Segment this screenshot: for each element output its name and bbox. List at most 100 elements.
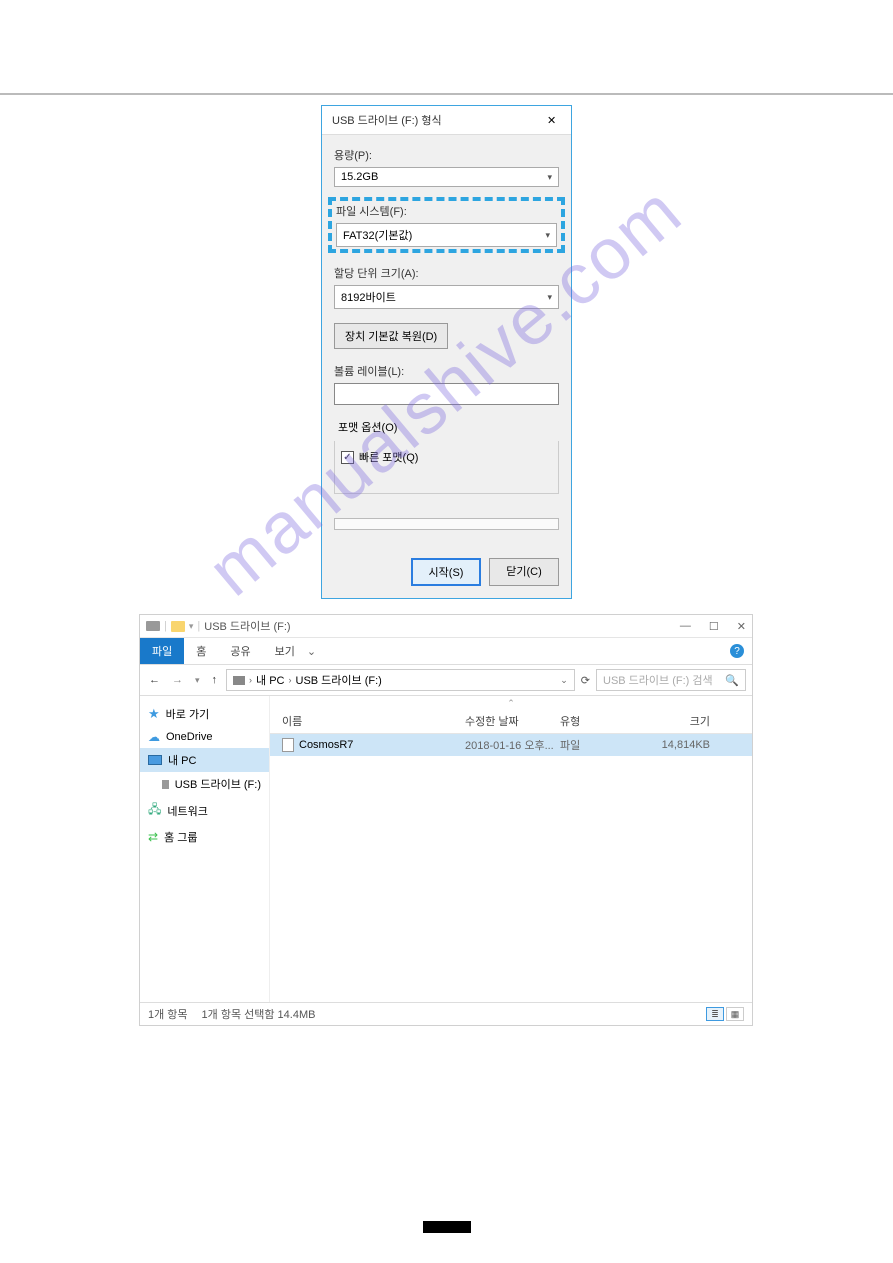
tab-share[interactable]: 공유 xyxy=(218,638,262,664)
tab-view[interactable]: 보기 xyxy=(263,638,307,664)
help-icon[interactable]: ? xyxy=(730,644,744,658)
start-button[interactable]: 시작(S) xyxy=(411,558,481,586)
back-button[interactable]: ← xyxy=(146,674,163,686)
sidebar-item-onedrive[interactable]: ☁ OneDrive xyxy=(140,726,269,748)
close-button[interactable]: 닫기(C) xyxy=(489,558,559,586)
up-button[interactable]: ↑ xyxy=(209,674,221,686)
sidebar-item-quickaccess[interactable]: ★ 바로 가기 xyxy=(140,702,269,726)
format-options-group: ✓ 빠른 포맷(Q) xyxy=(334,441,559,494)
file-list-pane: ⌃ 이름 수정한 날짜 유형 크기 CosmosR7 2018-01-16 오후… xyxy=(270,696,752,1002)
file-row[interactable]: CosmosR7 2018-01-16 오후... 파일 14,814KB xyxy=(270,734,752,756)
allocation-field: 할당 단위 크기(A): 8192바이트 ▾ xyxy=(334,265,559,309)
folder-icon xyxy=(171,621,185,632)
dialog-titlebar: USB 드라이브 (F:) 형식 ✕ xyxy=(322,106,571,135)
quick-format-checkbox[interactable]: ✓ xyxy=(341,451,354,464)
sort-indicator-icon: ⌃ xyxy=(270,696,752,709)
page-number xyxy=(423,1221,471,1233)
filesystem-value: FAT32(기본값) xyxy=(343,227,412,243)
column-type[interactable]: 유형 xyxy=(560,713,635,729)
volume-label-input[interactable] xyxy=(334,383,559,405)
page-divider xyxy=(0,93,893,95)
tab-home[interactable]: 홈 xyxy=(184,638,218,664)
column-name[interactable]: 이름 xyxy=(270,713,465,729)
volume-label-field: 볼륨 레이블(L): xyxy=(334,363,559,405)
ribbon-tabs: 파일 홈 공유 보기 ⌄ ? xyxy=(140,638,752,665)
alloc-dropdown[interactable]: 8192바이트 ▾ xyxy=(334,285,559,309)
quick-format-row[interactable]: ✓ 빠른 포맷(Q) xyxy=(341,449,552,465)
chevron-down-icon: ▾ xyxy=(547,292,552,303)
sidebar-label: 바로 가기 xyxy=(166,706,210,722)
sidebar-label: OneDrive xyxy=(166,731,212,743)
breadcrumb[interactable]: › 내 PC › USB 드라이브 (F:) ⌄ xyxy=(226,669,575,691)
explorer-window: | ▾ | USB 드라이브 (F:) — ☐ ✕ 파일 홈 공유 보기 ⌄ ?… xyxy=(139,614,753,1026)
explorer-titlebar: | ▾ | USB 드라이브 (F:) — ☐ ✕ xyxy=(140,615,752,638)
qat-chevron-icon[interactable]: ▾ xyxy=(189,621,194,632)
capacity-value: 15.2GB xyxy=(341,171,378,183)
details-view-icon[interactable]: ≣ xyxy=(706,1007,724,1021)
homegroup-icon: ⇄ xyxy=(148,830,158,844)
capacity-dropdown[interactable]: 15.2GB ▾ xyxy=(334,167,559,187)
file-size: 14,814KB xyxy=(635,739,720,751)
drive-icon xyxy=(233,676,245,685)
icons-view-icon[interactable]: ▦ xyxy=(726,1007,744,1021)
file-date: 2018-01-16 오후... xyxy=(465,737,560,753)
file-name: CosmosR7 xyxy=(299,739,353,751)
alloc-value: 8192바이트 xyxy=(341,289,396,305)
drive-icon xyxy=(162,780,169,789)
tab-file[interactable]: 파일 xyxy=(140,638,184,664)
restore-defaults-button[interactable]: 장치 기본값 복원(D) xyxy=(334,323,448,349)
chevron-right-icon: › xyxy=(289,675,292,685)
recent-dropdown[interactable]: ▾ xyxy=(192,675,203,686)
minimize-icon[interactable]: — xyxy=(680,620,691,633)
search-input[interactable]: USB 드라이브 (F:) 검색 🔍 xyxy=(596,669,746,691)
chevron-down-icon: ▾ xyxy=(545,230,550,241)
drive-icon xyxy=(146,621,160,631)
file-type: 파일 xyxy=(560,737,635,753)
close-icon[interactable]: ✕ xyxy=(737,620,746,633)
sidebar-label: 홈 그룹 xyxy=(164,829,197,845)
filesystem-label: 파일 시스템(F): xyxy=(336,203,557,219)
status-bar: 1개 항목 1개 항목 선택함 14.4MB ≣ ▦ xyxy=(140,1002,752,1025)
sidebar-item-usb[interactable]: USB 드라이브 (F:) xyxy=(140,772,269,796)
file-icon xyxy=(282,738,294,752)
capacity-label: 용량(P): xyxy=(334,147,559,163)
sidebar: ★ 바로 가기 ☁ OneDrive 내 PC USB 드라이브 (F:) 🖧 … xyxy=(140,696,270,1002)
separator: | xyxy=(197,620,200,632)
sidebar-item-homegroup[interactable]: ⇄ 홈 그룹 xyxy=(140,825,269,849)
close-icon[interactable]: ✕ xyxy=(547,114,561,127)
status-selected: 1개 항목 선택함 14.4MB xyxy=(202,1006,316,1022)
column-date[interactable]: 수정한 날짜 xyxy=(465,713,560,729)
search-icon: 🔍 xyxy=(725,674,739,687)
sidebar-label: 내 PC xyxy=(168,752,196,768)
filesystem-highlight: 파일 시스템(F): FAT32(기본값) ▾ xyxy=(328,197,565,253)
volume-label: 볼륨 레이블(L): xyxy=(334,363,559,379)
forward-button[interactable]: → xyxy=(169,674,186,686)
breadcrumb-dropdown-icon[interactable]: ⌄ xyxy=(560,675,568,686)
status-count: 1개 항목 xyxy=(148,1006,188,1022)
capacity-field: 용량(P): 15.2GB ▾ xyxy=(334,147,559,187)
quick-format-label: 빠른 포맷(Q) xyxy=(359,449,418,465)
column-size[interactable]: 크기 xyxy=(635,713,720,729)
filesystem-dropdown[interactable]: FAT32(기본값) ▾ xyxy=(336,223,557,247)
nav-bar: ← → ▾ ↑ › 내 PC › USB 드라이브 (F:) ⌄ ⟳ USB 드… xyxy=(140,665,752,696)
chevron-down-icon: ▾ xyxy=(547,172,552,183)
search-placeholder: USB 드라이브 (F:) 검색 xyxy=(603,672,713,688)
star-icon: ★ xyxy=(148,706,160,722)
pc-icon xyxy=(148,755,162,765)
breadcrumb-pc[interactable]: 내 PC xyxy=(256,672,284,688)
format-dialog: USB 드라이브 (F:) 형식 ✕ 용량(P): 15.2GB ▾ 파일 시스… xyxy=(321,105,572,599)
breadcrumb-drive[interactable]: USB 드라이브 (F:) xyxy=(296,672,382,688)
alloc-label: 할당 단위 크기(A): xyxy=(334,265,559,281)
format-options-legend: 포맷 옵션(O) xyxy=(334,419,401,435)
refresh-icon[interactable]: ⟳ xyxy=(581,674,590,687)
maximize-icon[interactable]: ☐ xyxy=(709,620,719,633)
column-headers: 이름 수정한 날짜 유형 크기 xyxy=(270,709,752,734)
network-icon: 🖧 xyxy=(148,800,161,821)
chevron-right-icon: › xyxy=(249,675,252,685)
sidebar-item-network[interactable]: 🖧 네트워크 xyxy=(140,796,269,825)
window-title: USB 드라이브 (F:) xyxy=(204,618,290,634)
sidebar-item-pc[interactable]: 내 PC xyxy=(140,748,269,772)
separator: | xyxy=(164,620,167,632)
sidebar-label: USB 드라이브 (F:) xyxy=(175,776,261,792)
ribbon-expand-icon[interactable]: ⌄ xyxy=(307,645,316,658)
